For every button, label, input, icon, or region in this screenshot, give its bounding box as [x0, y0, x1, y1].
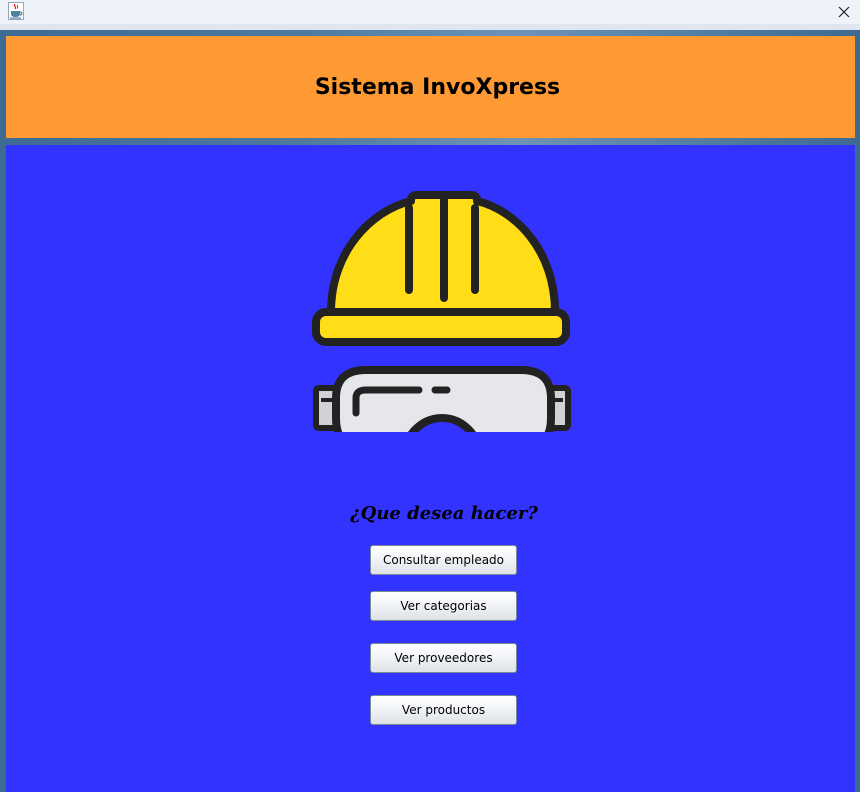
close-icon [838, 6, 850, 18]
header-panel: Sistema InvoXpress [6, 36, 855, 138]
close-button[interactable] [828, 0, 860, 24]
app-window: Sistema InvoXpress ¿Que desea hacer? Con… [0, 0, 860, 792]
ver-productos-button[interactable]: Ver productos [370, 695, 517, 725]
main-panel: ¿Que desea hacer? Consultar empleado Ver… [6, 145, 855, 792]
page-title: Sistema InvoXpress [314, 74, 561, 100]
title-bar [0, 0, 860, 25]
ver-proveedores-button[interactable]: Ver proveedores [370, 643, 517, 673]
java-cup-icon [8, 2, 24, 20]
question-label: ¿Que desea hacer? [350, 503, 538, 524]
hardhat-goggles-icon [312, 191, 571, 432]
consultar-empleado-button[interactable]: Consultar empleado [370, 545, 517, 575]
ver-categorias-button[interactable]: Ver categorias [370, 591, 517, 621]
